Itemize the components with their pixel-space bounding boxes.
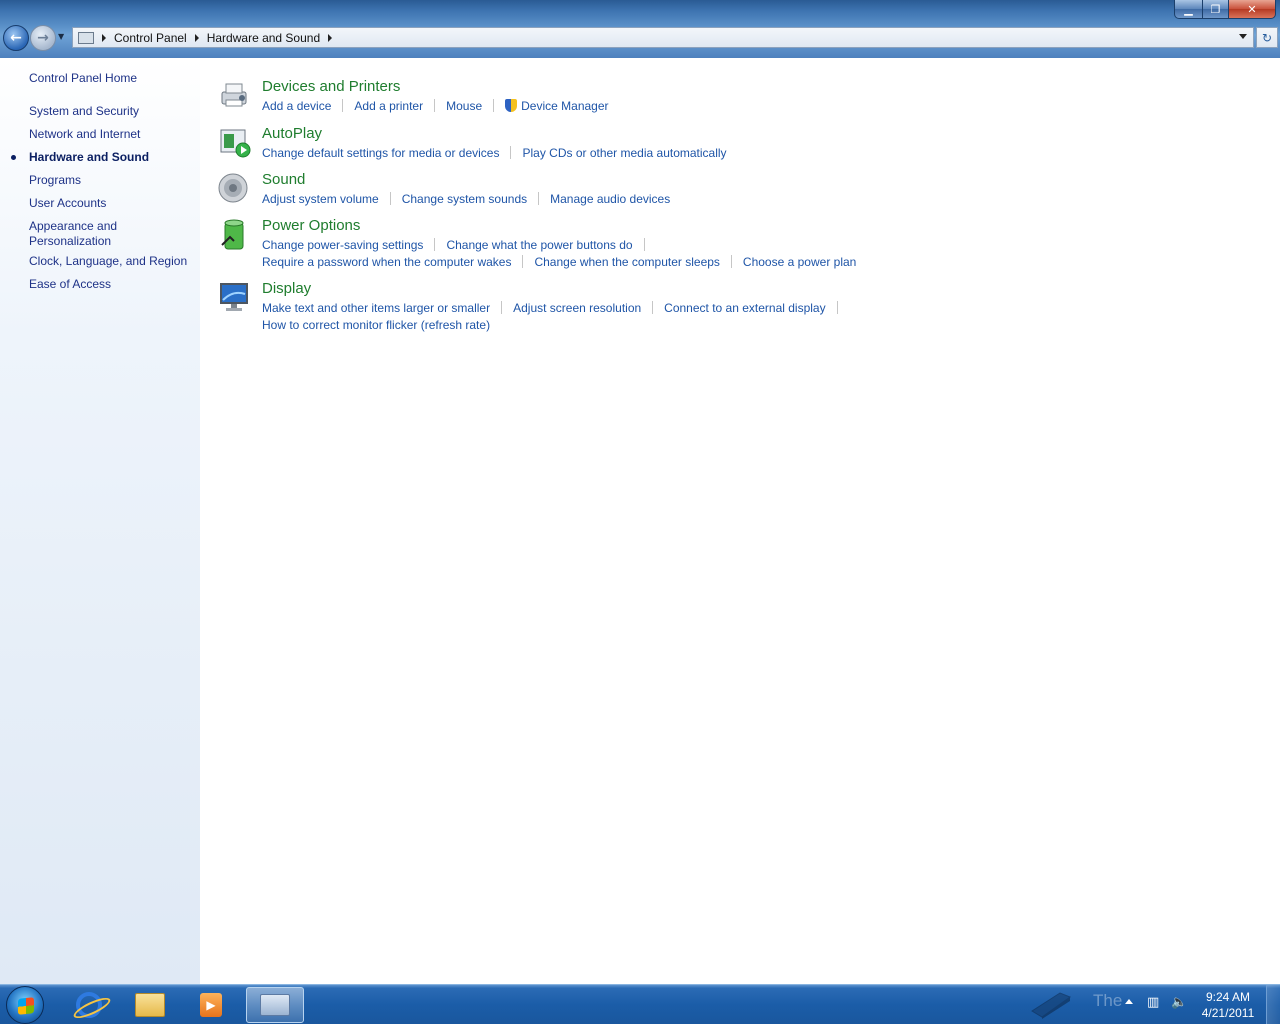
- link-separator: [501, 301, 503, 314]
- clock-date: 4/21/2011: [1201, 1006, 1255, 1020]
- close-icon: ✕: [1247, 2, 1257, 16]
- sidebar-item-system-and-security[interactable]: System and Security: [29, 104, 139, 119]
- breadcrumb-hardware-and-sound[interactable]: Hardware and Sound: [207, 31, 320, 45]
- breadcrumb-arrow-icon[interactable]: [194, 33, 199, 42]
- sound-title[interactable]: Sound: [262, 171, 305, 188]
- watermark-book-icon: [1031, 992, 1072, 1019]
- autoplay-title[interactable]: AutoPlay: [262, 125, 322, 142]
- sidebar-item-hardware-and-sound[interactable]: Hardware and Sound: [29, 150, 149, 165]
- system-clock[interactable]: 9:24 AM 4/21/2011: [1196, 989, 1260, 1021]
- link-separator: [730, 255, 732, 268]
- adjust-screen-resolution-link[interactable]: Adjust screen resolution: [513, 301, 641, 315]
- monitor-icon: [220, 283, 248, 311]
- devices-and-printers-title[interactable]: Devices and Printers: [262, 78, 400, 95]
- address-history-dropdown[interactable]: [1239, 34, 1247, 39]
- sidebar: Control Panel Home System and Security N…: [0, 58, 200, 984]
- sidebar-item-network-and-internet[interactable]: Network and Internet: [29, 127, 140, 142]
- change-system-sounds-link[interactable]: Change system sounds: [402, 192, 527, 206]
- autoplay-icon: [220, 129, 251, 158]
- require-password-on-wake-link[interactable]: Require a password when the computer wak…: [262, 255, 511, 269]
- windows-start-icon: [18, 997, 34, 1015]
- power-options-title[interactable]: Power Options: [262, 217, 360, 234]
- sidebar-item-programs[interactable]: Programs: [29, 173, 81, 188]
- mouse-link[interactable]: Mouse: [446, 99, 482, 113]
- refresh-icon: ↻: [1261, 30, 1273, 45]
- close-button[interactable]: ✕: [1228, 0, 1276, 19]
- play-cds-automatically-link[interactable]: Play CDs or other media automatically: [522, 146, 726, 160]
- file-explorer-icon: [135, 993, 165, 1017]
- show-desktop-button[interactable]: [1266, 985, 1280, 1024]
- back-arrow-icon: ←: [10, 30, 22, 46]
- minimize-button[interactable]: ▁: [1174, 0, 1203, 19]
- breadcrumb-control-panel[interactable]: Control Panel: [114, 31, 187, 45]
- volume-icon[interactable]: 🔈: [1171, 995, 1187, 1011]
- breadcrumb-arrow-icon[interactable]: [328, 33, 333, 42]
- uac-shield-icon: [505, 99, 518, 112]
- add-a-printer-link[interactable]: Add a printer: [354, 99, 423, 113]
- control-panel-icon: [78, 31, 94, 44]
- connect-external-display-link[interactable]: Connect to an external display: [664, 301, 825, 315]
- network-icon[interactable]: ▥: [1147, 995, 1163, 1011]
- watermark-text: The: [1093, 991, 1123, 1010]
- link-separator: [836, 301, 838, 314]
- forward-button[interactable]: →: [30, 25, 56, 51]
- restore-button[interactable]: ❐: [1202, 0, 1229, 19]
- change-power-buttons-link[interactable]: Change what the power buttons do: [446, 238, 632, 252]
- clock-time: 9:24 AM: [1205, 990, 1251, 1004]
- devices-printers-icon: [221, 83, 247, 107]
- media-player-icon: ▶: [200, 993, 222, 1017]
- link-separator: [522, 255, 524, 268]
- link-separator: [538, 192, 540, 205]
- correct-monitor-flicker-link[interactable]: How to correct monitor flicker (refresh …: [262, 318, 490, 332]
- back-button[interactable]: ←: [3, 25, 29, 51]
- speaker-icon: [218, 173, 248, 203]
- recent-pages-dropdown[interactable]: ▼: [58, 32, 68, 42]
- taskbar-file-explorer[interactable]: [121, 987, 179, 1023]
- control-panel-icon: [260, 994, 290, 1016]
- manage-audio-devices-link[interactable]: Manage audio devices: [550, 192, 670, 206]
- sidebar-item-user-accounts[interactable]: User Accounts: [29, 196, 106, 211]
- link-separator: [652, 301, 654, 314]
- add-a-device-link[interactable]: Add a device: [262, 99, 331, 113]
- internet-explorer-icon: [76, 992, 102, 1018]
- link-separator: [342, 99, 344, 112]
- start-button[interactable]: [6, 986, 44, 1024]
- link-separator: [643, 238, 645, 251]
- change-default-media-settings-link[interactable]: Change default settings for media or dev…: [262, 146, 499, 160]
- link-separator: [510, 146, 512, 159]
- active-bullet: [11, 155, 16, 160]
- taskbar-media-player[interactable]: ▶: [182, 987, 240, 1023]
- adjust-system-volume-link[interactable]: Adjust system volume: [262, 192, 379, 206]
- address-bar[interactable]: Control Panel Hardware and Sound: [72, 27, 1254, 48]
- forward-arrow-icon: →: [37, 30, 49, 46]
- restore-icon: ❐: [1210, 2, 1221, 16]
- sidebar-item-appearance-and-personalization[interactable]: Appearance and Personalization: [29, 219, 117, 249]
- taskbar-control-panel[interactable]: [246, 987, 304, 1023]
- sidebar-item-ease-of-access[interactable]: Ease of Access: [29, 277, 111, 292]
- breadcrumb-arrow-icon[interactable]: [102, 33, 106, 42]
- taskbar: ▶ The ▥ 🔈 9:24 AM 4/21/2011: [0, 984, 1280, 1024]
- change-when-computer-sleeps-link[interactable]: Change when the computer sleeps: [534, 255, 719, 269]
- taskbar-internet-explorer[interactable]: [60, 987, 118, 1023]
- main-content: Devices and Printers Add a device Add a …: [200, 58, 1280, 984]
- change-power-saving-settings-link[interactable]: Change power-saving settings: [262, 238, 423, 252]
- minimize-icon: ▁: [1184, 2, 1193, 16]
- battery-icon: [221, 219, 244, 250]
- title-bar: ▁ ❐ ✕ ← → ▼ Control Panel Hardware and S…: [0, 0, 1280, 58]
- choose-power-plan-link[interactable]: Choose a power plan: [743, 255, 856, 269]
- link-separator: [434, 99, 436, 112]
- link-separator: [493, 99, 495, 112]
- show-hidden-icons-button[interactable]: [1125, 999, 1133, 1004]
- link-separator: [389, 192, 391, 205]
- sidebar-item-control-panel-home[interactable]: Control Panel Home: [29, 71, 137, 86]
- display-title[interactable]: Display: [262, 280, 311, 297]
- sidebar-item-clock-language-region[interactable]: Clock, Language, and Region: [29, 254, 187, 269]
- refresh-button[interactable]: ↻: [1256, 27, 1278, 48]
- link-separator: [434, 238, 436, 251]
- make-text-larger-link[interactable]: Make text and other items larger or smal…: [262, 301, 490, 315]
- device-manager-link[interactable]: Device Manager: [521, 99, 608, 113]
